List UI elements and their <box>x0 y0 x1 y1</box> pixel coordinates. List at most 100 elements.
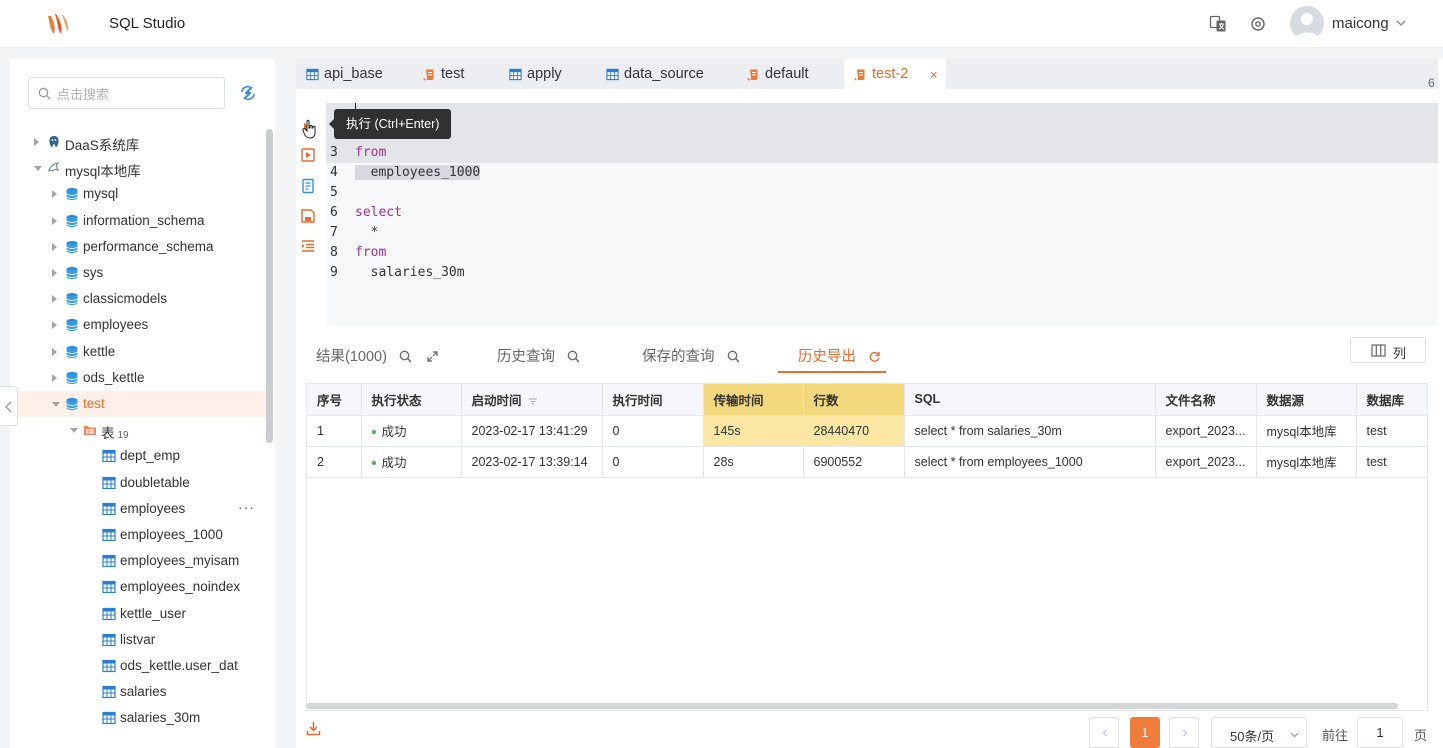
table-row[interactable]: 1 成功 2023-02-17 13:41:29 0 145s 28440470 selec… <box>307 415 1427 447</box>
code-line[interactable]: 4 employees_1000 <box>326 163 1438 183</box>
tab-apply[interactable]: apply <box>499 59 596 89</box>
tab-overflow-count[interactable]: 6 <box>1428 76 1435 90</box>
column-header[interactable]: 序号 <box>307 384 362 416</box>
caret-right-icon[interactable] <box>52 321 57 330</box>
next-page-button[interactable] <box>1169 717 1199 748</box>
more-actions-icon[interactable]: ··· <box>238 499 255 515</box>
goto-page-input[interactable] <box>1357 717 1403 748</box>
refresh-icon[interactable] <box>239 84 257 102</box>
column-header[interactable]: 启动时间 <box>461 384 603 416</box>
tree-item[interactable]: 表 19 <box>10 417 266 443</box>
tab-results[interactable]: 结果(1000) <box>316 345 439 366</box>
tree-item[interactable]: employees_noindex <box>10 574 266 600</box>
tree-item[interactable]: employees <box>10 312 266 338</box>
code-line[interactable]: 5 <box>326 183 1438 203</box>
tree-item-label: mysql <box>83 186 119 202</box>
column-header[interactable]: 执行状态 <box>361 384 462 416</box>
caret-right-icon[interactable] <box>52 242 57 251</box>
tree-item[interactable]: ods_kettle.user_dat <box>10 653 266 679</box>
tree-item[interactable]: employees_myisam <box>10 548 266 574</box>
sort-icon[interactable] <box>528 397 538 405</box>
tree-item[interactable]: salaries <box>10 679 266 705</box>
tree-item[interactable]: classicmodels <box>10 286 266 312</box>
column-header[interactable]: 数据库 <box>1356 384 1427 416</box>
column-header-label: 数据源 <box>1266 393 1305 408</box>
column-header[interactable]: 文件名称 <box>1155 384 1257 416</box>
tab-test-2[interactable]: test-2 × <box>844 59 946 89</box>
page-size-select[interactable]: 50条/页 <box>1211 717 1307 748</box>
code-line[interactable]: 3 from <box>326 143 1438 163</box>
tree-item[interactable]: kettle_user <box>10 601 266 627</box>
tree-item[interactable]: ods_kettle <box>10 365 266 391</box>
search-input[interactable] <box>57 84 217 104</box>
tree-item[interactable]: test <box>10 391 266 417</box>
tab-api-base[interactable]: api_base <box>296 59 413 89</box>
tree-item[interactable]: doubletable <box>10 470 266 496</box>
tab-history-export[interactable]: 历史导出 <box>798 345 881 366</box>
tree-scrollbar[interactable] <box>266 129 273 443</box>
search-icon[interactable] <box>567 350 580 363</box>
app-logo-icon[interactable] <box>44 10 72 38</box>
settings-icon[interactable] <box>1249 15 1267 33</box>
code-line[interactable]: 8 from <box>326 243 1438 263</box>
caret-right-icon[interactable] <box>52 295 57 304</box>
chevron-down-icon[interactable] <box>1395 17 1407 29</box>
caret-right-icon[interactable] <box>52 373 57 382</box>
column-header[interactable]: 行数 <box>803 384 905 416</box>
tree-item[interactable]: sys <box>10 260 266 286</box>
table-row[interactable]: 2 成功 2023-02-17 13:39:14 0 28s 6900552 select … <box>307 446 1427 478</box>
sidebar-collapse-handle[interactable] <box>0 386 18 426</box>
tree-item[interactable]: mysql <box>10 181 266 207</box>
tree-item[interactable]: performance_schema <box>10 234 266 260</box>
tree-item[interactable]: information_schema <box>10 208 266 234</box>
expand-icon[interactable] <box>426 350 439 363</box>
search-icon[interactable] <box>399 350 412 363</box>
tree-item[interactable]: salaries_30m <box>10 705 266 731</box>
column-header-label: 行数 <box>813 393 839 408</box>
tree-item[interactable]: dept_emp <box>10 443 266 469</box>
run-script-icon[interactable] <box>300 147 316 163</box>
caret-down-icon[interactable] <box>52 402 60 407</box>
refresh-icon[interactable] <box>868 350 881 363</box>
tree-item[interactable]: listvar <box>10 627 266 653</box>
column-header[interactable]: 传输时间 <box>703 384 804 416</box>
prev-page-button[interactable] <box>1089 717 1119 748</box>
caret-right-icon[interactable] <box>52 190 57 199</box>
save-query-icon[interactable] <box>300 208 316 224</box>
page-number-current[interactable]: 1 <box>1130 717 1160 748</box>
tab-default[interactable]: default <box>737 59 844 89</box>
tree-item[interactable]: employees_1000 <box>10 522 266 548</box>
table-horizontal-scrollbar[interactable] <box>306 703 1398 709</box>
search-box[interactable] <box>28 77 225 109</box>
tab-saved-query[interactable]: 保存的查询 <box>642 345 740 366</box>
close-icon[interactable]: × <box>930 67 938 82</box>
user-avatar[interactable] <box>1290 6 1324 40</box>
columns-button[interactable]: 列 <box>1350 337 1426 363</box>
column-header[interactable]: SQL <box>904 384 1156 416</box>
sql-editor[interactable]: 3 from 4 employees_1000 5 6 select 7 * 8 from 9 s… <box>326 103 1438 325</box>
tree-item[interactable]: employees ··· <box>10 496 266 522</box>
tab-test[interactable]: test <box>413 59 499 89</box>
caret-down-icon[interactable] <box>34 166 42 172</box>
caret-right-icon[interactable] <box>52 269 57 277</box>
caret-down-icon[interactable] <box>70 428 78 434</box>
caret-right-icon[interactable] <box>34 138 39 146</box>
code-line[interactable]: 6 select <box>326 203 1438 223</box>
code-line[interactable]: 7 * <box>326 223 1438 243</box>
code-line[interactable]: 9 salaries_30m <box>326 263 1438 283</box>
format-sql-icon[interactable] <box>300 178 316 194</box>
username[interactable]: maicong <box>1332 15 1389 32</box>
search-icon[interactable] <box>727 350 740 363</box>
translate-icon[interactable] <box>1209 15 1227 33</box>
column-header[interactable]: 数据源 <box>1256 384 1357 416</box>
tree-item[interactable]: DaaS系统库 <box>10 129 266 155</box>
caret-right-icon[interactable] <box>52 216 57 225</box>
column-header[interactable]: 执行时间 <box>602 384 704 416</box>
tree-item[interactable]: kettle <box>10 339 266 365</box>
tab-history-query[interactable]: 历史查询 <box>497 345 580 366</box>
tab-data-source[interactable]: data_source <box>596 59 737 89</box>
tree-item[interactable]: mysql本地库 <box>10 155 266 181</box>
download-icon[interactable] <box>306 721 321 736</box>
caret-right-icon[interactable] <box>52 347 57 356</box>
indent-icon[interactable] <box>300 238 316 254</box>
